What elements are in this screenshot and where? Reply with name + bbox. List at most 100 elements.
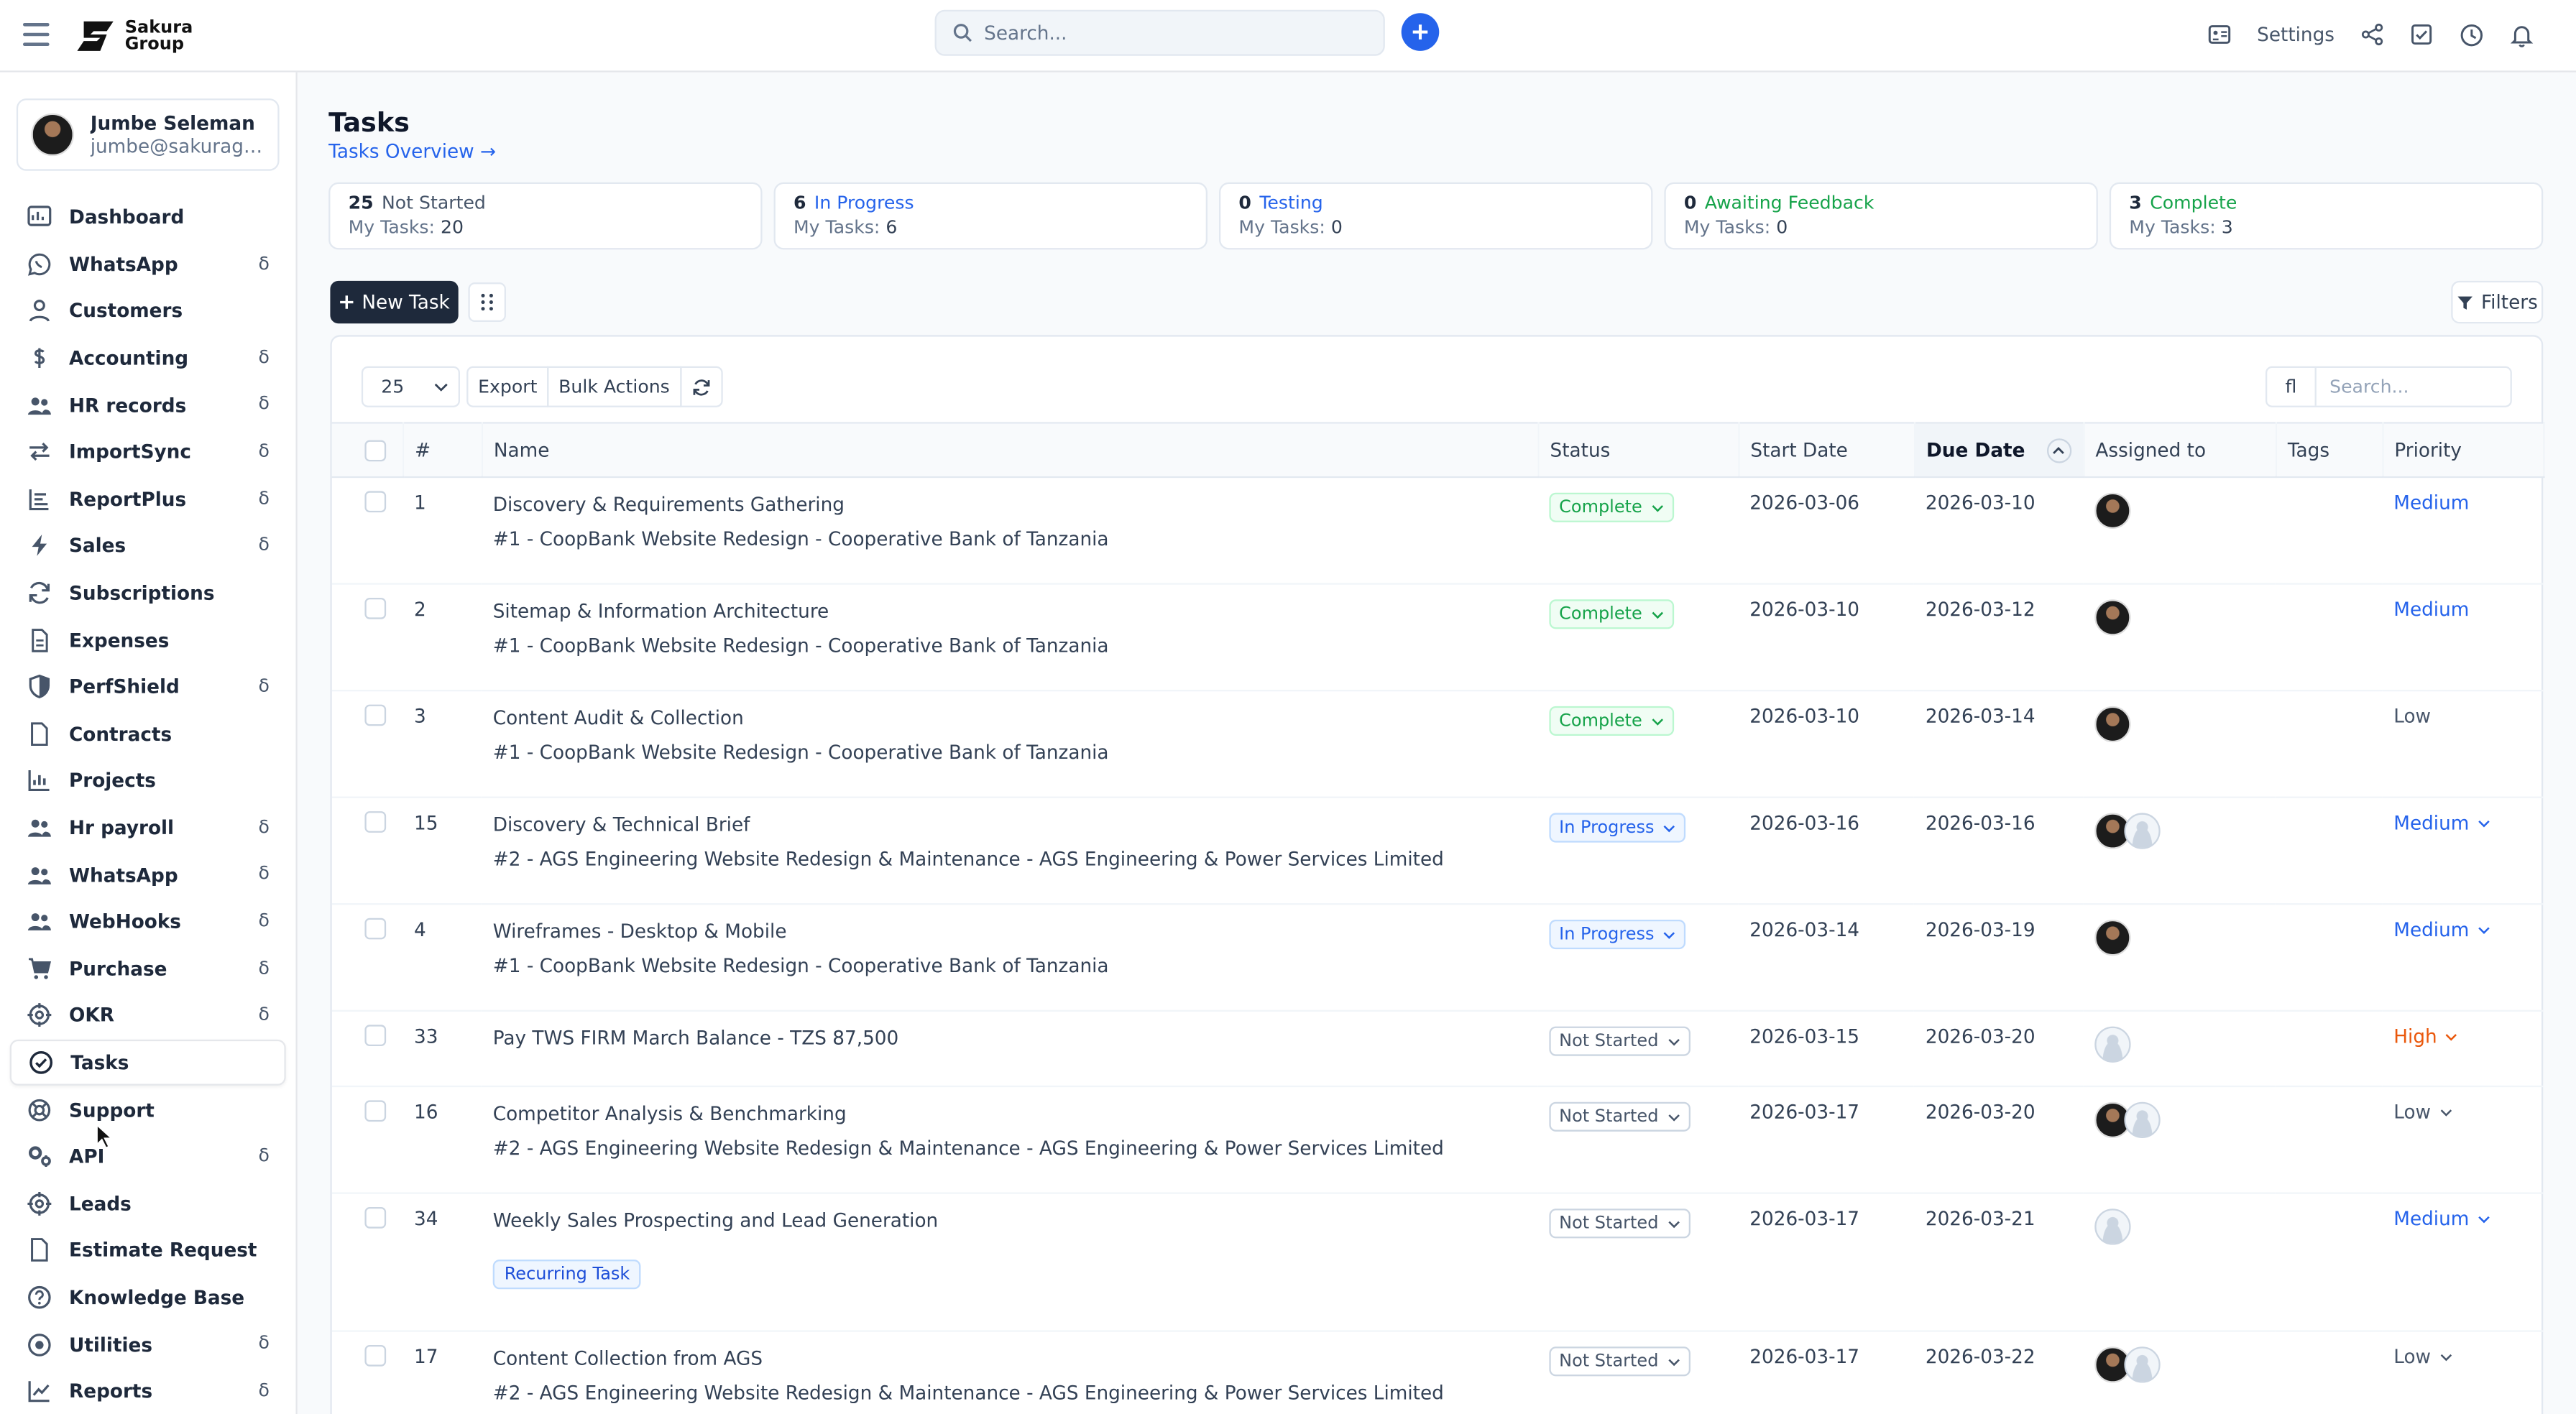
- column-header-priority[interactable]: Priority: [2382, 422, 2544, 479]
- priority-value[interactable]: Low: [2393, 1345, 2452, 1368]
- global-search[interactable]: [934, 9, 1385, 56]
- sidebar-item-accounting[interactable]: Accounting δ: [10, 335, 286, 382]
- kanban-view-button[interactable]: [468, 282, 506, 322]
- avatar[interactable]: [2094, 919, 2131, 956]
- hamburger-menu-icon[interactable]: [22, 22, 50, 46]
- priority-value[interactable]: Medium: [2393, 1207, 2490, 1230]
- avatar[interactable]: [2124, 1346, 2161, 1383]
- sidebar-item-leads[interactable]: Leads: [10, 1180, 286, 1226]
- reload-button[interactable]: [679, 366, 722, 407]
- task-project-link[interactable]: #1 - CoopBank Website Redesign - Coopera…: [493, 634, 1538, 657]
- status-dropdown[interactable]: In Progress: [1549, 919, 1685, 950]
- status-dropdown[interactable]: Not Started: [1549, 1026, 1690, 1056]
- sidebar-item-sales[interactable]: Sales δ: [10, 522, 286, 569]
- avatar[interactable]: [2094, 706, 2131, 743]
- avatar[interactable]: [2124, 1101, 2161, 1138]
- filters-button[interactable]: Filters: [2451, 280, 2544, 324]
- row-checkbox[interactable]: [364, 811, 387, 833]
- settings-link[interactable]: Settings: [2257, 23, 2334, 46]
- avatar[interactable]: [2124, 813, 2161, 849]
- task-name-link[interactable]: Content Audit & Collection: [493, 706, 1538, 729]
- sidebar-item-whatsapp[interactable]: WhatsApp δ: [10, 851, 286, 898]
- row-checkbox[interactable]: [364, 1100, 387, 1122]
- avatar[interactable]: [2094, 1026, 2131, 1063]
- task-project-link[interactable]: #1 - CoopBank Website Redesign - Coopera…: [493, 741, 1538, 764]
- task-project-link[interactable]: #1 - CoopBank Website Redesign - Coopera…: [493, 954, 1538, 977]
- column-header-tags[interactable]: Tags: [2275, 422, 2383, 479]
- sidebar-item-perfshield[interactable]: PerfShield δ: [10, 663, 286, 710]
- column-header-start-date[interactable]: Start Date: [1738, 422, 1915, 479]
- export-button[interactable]: Export: [466, 366, 549, 407]
- sidebar-item-contracts[interactable]: Contracts: [10, 711, 286, 757]
- sidebar-item-api[interactable]: API δ: [10, 1133, 286, 1180]
- row-checkbox[interactable]: [364, 704, 387, 726]
- stat-card-complete[interactable]: 3 Complete My Tasks: 3: [2109, 182, 2544, 250]
- sidebar-item-whatsapp[interactable]: WhatsApp δ: [10, 241, 286, 287]
- sidebar-item-subscriptions[interactable]: Subscriptions: [10, 570, 286, 616]
- user-profile-card[interactable]: Jumbe Seleman jumbe@sakuragroup.co.tz: [16, 98, 280, 171]
- new-task-button[interactable]: New Task: [330, 280, 459, 324]
- tasks-overview-link[interactable]: Tasks Overview →: [328, 139, 496, 162]
- priority-value[interactable]: Medium: [2393, 811, 2490, 834]
- task-name-link[interactable]: Competitor Analysis & Benchmarking: [493, 1102, 1538, 1125]
- stat-card-awaiting-feedback[interactable]: 0 Awaiting Feedback My Tasks: 0: [1664, 182, 2098, 250]
- status-dropdown[interactable]: Not Started: [1549, 1209, 1690, 1239]
- table-row[interactable]: 33 Pay TWS FIRM March Balance - TZS 87,50…: [331, 1010, 2544, 1088]
- sidebar-item-purchase[interactable]: Purchase δ: [10, 945, 286, 992]
- table-row[interactable]: 34 Weekly Sales Prospecting and Lead Gene…: [331, 1193, 2544, 1332]
- table-row[interactable]: 16 Competitor Analysis & Benchmarking #2 -…: [331, 1086, 2544, 1194]
- task-name-link[interactable]: Discovery & Requirements Gathering: [493, 493, 1538, 516]
- checkbox-icon[interactable]: [2410, 23, 2433, 46]
- table-row[interactable]: 4 Wireframes - Desktop & Mobile #1 - CoopB…: [331, 904, 2544, 1012]
- row-checkbox[interactable]: [364, 597, 387, 619]
- status-dropdown[interactable]: Complete: [1549, 492, 1674, 522]
- row-checkbox[interactable]: [364, 1025, 387, 1046]
- sidebar-item-projects[interactable]: Projects: [10, 757, 286, 804]
- page-size-select[interactable]: 25: [361, 366, 460, 407]
- task-name-link[interactable]: Sitemap & Information Architecture: [493, 599, 1538, 622]
- sidebar-item-webhooks[interactable]: WebHooks δ: [10, 898, 286, 945]
- row-checkbox[interactable]: [364, 491, 387, 513]
- sidebar-item-estimate-request[interactable]: Estimate Request: [10, 1227, 286, 1274]
- avatar[interactable]: [2094, 599, 2131, 636]
- column-header-due-date[interactable]: Due Date: [1913, 422, 2084, 479]
- table-search-input[interactable]: [2316, 367, 2511, 406]
- quick-create-button[interactable]: [1401, 13, 1440, 51]
- stat-card-testing[interactable]: 0 Testing My Tasks: 0: [1218, 182, 1653, 250]
- column-header-assigned-to[interactable]: Assigned to: [2083, 422, 2276, 479]
- task-project-link[interactable]: #1 - CoopBank Website Redesign - Coopera…: [493, 527, 1538, 550]
- column-header-number[interactable]: #: [402, 422, 482, 479]
- task-name-link[interactable]: Pay TWS FIRM March Balance - TZS 87,500: [493, 1027, 1538, 1050]
- column-header-name[interactable]: Name: [481, 422, 1539, 479]
- sakura-logo[interactable]: Sakura Group: [74, 15, 193, 57]
- clock-icon[interactable]: [2460, 22, 2484, 47]
- sidebar-item-utilities[interactable]: Utilities δ: [10, 1321, 286, 1367]
- priority-value[interactable]: Medium: [2393, 918, 2490, 941]
- status-dropdown[interactable]: Not Started: [1549, 1101, 1690, 1132]
- table-search[interactable]: fl: [2265, 366, 2512, 407]
- row-checkbox[interactable]: [364, 1344, 387, 1367]
- status-dropdown[interactable]: Not Started: [1549, 1346, 1690, 1377]
- table-row[interactable]: 2 Sitemap & Information Architecture #1 - …: [331, 583, 2544, 692]
- id-card-icon[interactable]: [2208, 24, 2231, 44]
- bell-icon[interactable]: [2510, 22, 2534, 47]
- sidebar-item-knowledge-base[interactable]: Knowledge Base: [10, 1274, 286, 1321]
- table-row[interactable]: 17 Content Collection from AGS #2 - AGS En…: [331, 1331, 2544, 1414]
- share-icon[interactable]: [2361, 23, 2384, 46]
- bulk-actions-button[interactable]: Bulk Actions: [547, 366, 681, 407]
- task-name-link[interactable]: Content Collection from AGS: [493, 1346, 1538, 1369]
- column-header-status[interactable]: Status: [1537, 422, 1739, 479]
- stat-card-in-progress[interactable]: 6 In Progress My Tasks: 6: [773, 182, 1208, 250]
- status-dropdown[interactable]: Complete: [1549, 599, 1674, 629]
- sidebar-item-expenses[interactable]: Expenses: [10, 616, 286, 663]
- sidebar-item-hr-records[interactable]: HR records δ: [10, 382, 286, 428]
- sidebar-item-dashboard[interactable]: Dashboard: [10, 194, 286, 241]
- sidebar-item-customers[interactable]: Customers: [10, 287, 286, 334]
- task-project-link[interactable]: #2 - AGS Engineering Website Redesign & …: [493, 1381, 1538, 1404]
- table-row[interactable]: 3 Content Audit & Collection #1 - CoopBank…: [331, 690, 2544, 798]
- status-dropdown[interactable]: Complete: [1549, 706, 1674, 736]
- sidebar-item-hr-payroll[interactable]: Hr payroll δ: [10, 804, 286, 851]
- table-row[interactable]: 1 Discovery & Requirements Gathering #1 - …: [331, 476, 2544, 585]
- sidebar-item-importsync[interactable]: ImportSync δ: [10, 428, 286, 475]
- task-name-link[interactable]: Discovery & Technical Brief: [493, 813, 1538, 836]
